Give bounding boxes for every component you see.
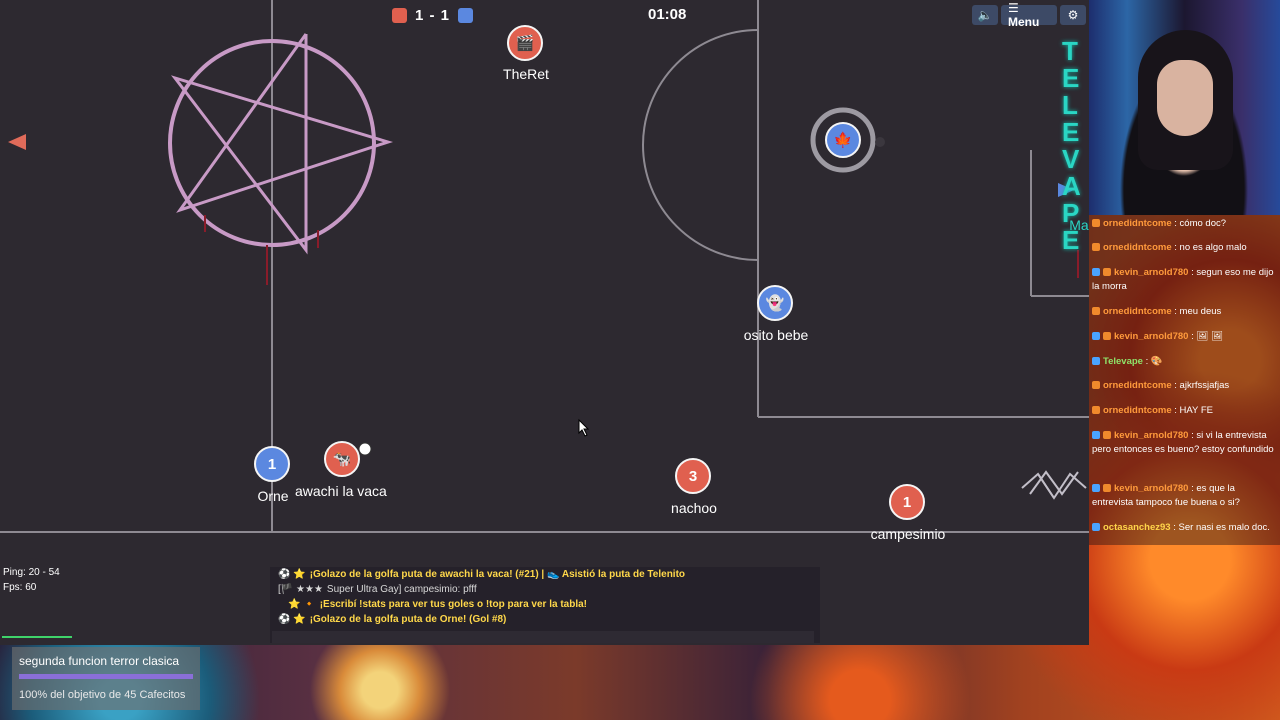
game-chat-line: ⭐ 🔸 ¡Escribí !stats para ver tus goles o … (288, 599, 587, 610)
game-chat-line: ⚽ ⭐ ¡Golazo de la golfa puta de Orne! (Go… (278, 614, 507, 625)
scoreboard: 1 - 1 (392, 5, 474, 25)
gear-icon: ⚙ (1067, 8, 1079, 22)
game-chat-line: [🏴 ★★★ Super Ultra Gay] campesimio: pfff (278, 584, 477, 595)
score-text: 1 - 1 (415, 6, 451, 24)
player-name-orne: Orne (257, 488, 289, 504)
player-disc-orne: 1 (254, 446, 290, 482)
net-graph (2, 632, 72, 638)
player-disc-maple: 🍁 (825, 122, 861, 158)
donation-goal-widget: segunda funcion terror clasica 100% del … (12, 647, 200, 710)
webcam-person-face (1157, 60, 1213, 136)
chat-message: Televape : 🎨 (1092, 355, 1278, 369)
game-chat-line: ⚽ ⭐ ¡Golazo de la golfa puta de awachi la… (278, 569, 686, 580)
match-timer: 01:08 (648, 6, 687, 23)
menu-button[interactable]: ☰ Menu (1001, 1, 1057, 29)
blue-team-square (458, 7, 474, 23)
settings-button[interactable]: ⚙ (1060, 5, 1086, 25)
sound-button[interactable]: 🔈 (972, 5, 998, 25)
goal-subtitle: 100% del objetivo de 45 Cafecitos (19, 689, 186, 701)
chat-message: ornedidntcome : no es algo malo (1092, 241, 1278, 255)
game-chat-input[interactable] (272, 631, 814, 643)
player-name-nachoo: nachoo (671, 500, 717, 516)
player-disc-campesimio: 1 (889, 484, 925, 520)
chat-message: kevin_arnold780 : es que la entrevista t… (1092, 483, 1240, 508)
goal-title: segunda funcion terror clasica (19, 654, 180, 668)
player-name-campesimio: campesimio (870, 526, 946, 542)
chat-message: kevin_arnold780 : si vi la entrevista pe… (1092, 430, 1274, 455)
player-name-awachi: awachi la vaca (295, 483, 387, 499)
chat-message: kevin_arnold780 : 🖼 🖼 (1092, 330, 1278, 344)
chat-message: kevin_arnold780 : segun eso me dijo la m… (1092, 267, 1274, 292)
player-disc-awachi: 🐄 (324, 441, 360, 477)
offscreen-arrow-icon (8, 134, 26, 150)
player-disc-osito-bebe: 👻 (757, 285, 793, 321)
goal-progress-bar (19, 674, 193, 679)
net-stats: Ping: 20 - 54 Fps: 60 (3, 565, 60, 595)
player-name-ma: Ma (1069, 217, 1089, 233)
pentagram-drawing (168, 33, 394, 255)
speaker-icon: 🔈 (977, 8, 993, 22)
goal-progress-fill (19, 674, 193, 679)
game-canvas[interactable]: TELEVAPE 1 - 1 01:08 🔈 ☰ Menu ⚙ 🎬 TheRet… (0, 0, 1089, 645)
chat-message: ornedidntcome : HAY FE (1092, 404, 1278, 418)
player-disc-nachoo: 3 (675, 458, 711, 494)
red-team-square (392, 7, 407, 23)
ping-readout: Ping: 20 - 54 (3, 567, 60, 578)
stream-layout: TELEVAPE 1 - 1 01:08 🔈 ☰ Menu ⚙ 🎬 TheRet… (0, 0, 1280, 720)
player-disc-theret: 🎬 (507, 25, 543, 61)
top-buttons: 🔈 ☰ Menu ⚙ (972, 1, 1086, 29)
field-lines (0, 0, 1089, 533)
player-name-osito-bebe: osito bebe (743, 327, 809, 343)
chat-message: ornedidntcome : cómo doc? (1092, 217, 1278, 231)
chat-message: ornedidntcome : meu deus (1092, 305, 1278, 319)
chat-message: octasanchez93 : Ser nasi es malo doc. (1092, 521, 1278, 535)
player-name-theret: TheRet (503, 66, 549, 82)
fps-readout: Fps: 60 (3, 582, 37, 593)
twitch-chat: ornedidntcome : cómo doc? ornedidntcome … (1089, 215, 1280, 545)
chat-message: ornedidntcome : ajkrfssjafjas (1092, 379, 1278, 393)
